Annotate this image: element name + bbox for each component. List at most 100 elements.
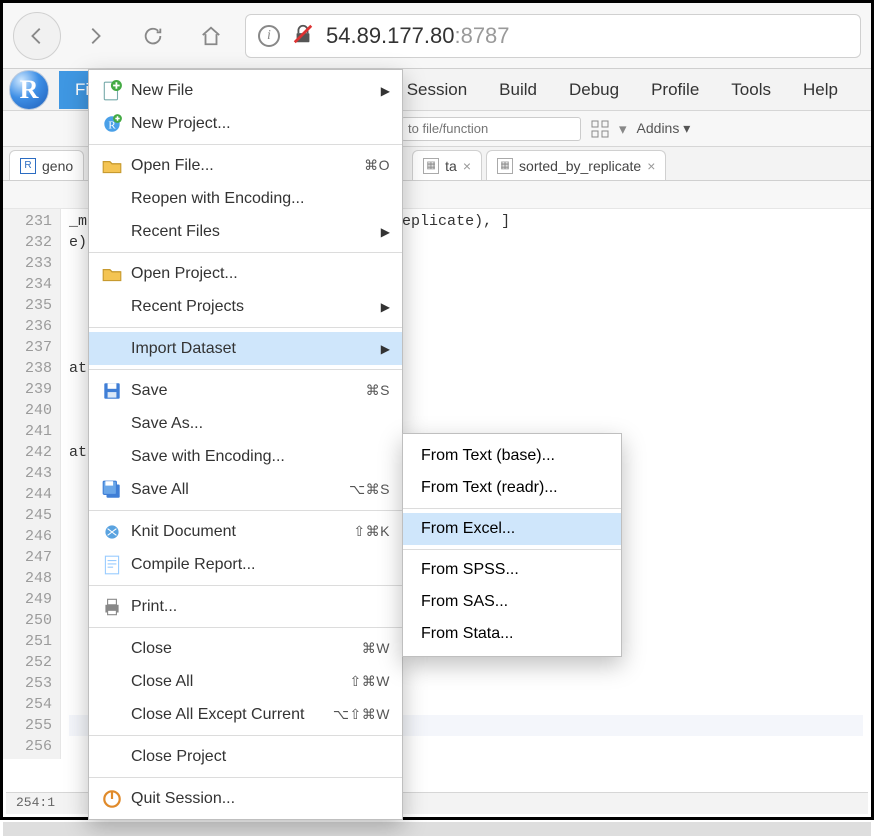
shortcut: ⌥⇧⌘W [333, 706, 390, 723]
import-from-text-readr[interactable]: From Text (readr)... [403, 472, 621, 504]
url-text: 54.89.177.80:8787 [326, 23, 510, 49]
import-from-sas[interactable]: From SAS... [403, 586, 621, 618]
tab-label: ta [445, 158, 457, 174]
tab-label: sorted_by_replicate [519, 158, 641, 174]
file-menu-new-file[interactable]: New File ▶ [89, 74, 402, 107]
grid-icon[interactable] [591, 120, 609, 138]
menu-item-label: Save As... [131, 415, 390, 433]
menu-build[interactable]: Build [483, 71, 553, 109]
menu-item-label: Open File... [131, 157, 364, 175]
goto-file-input[interactable] [401, 117, 581, 141]
menu-item-label: Import Dataset [131, 340, 373, 358]
menu-item-label: Save with Encoding... [131, 448, 390, 466]
blank-icon [101, 446, 123, 468]
blank-icon [101, 296, 123, 318]
menu-session[interactable]: Session [391, 71, 483, 109]
import-from-text-base[interactable]: From Text (base)... [403, 440, 621, 472]
file-menu-close-all[interactable]: Close All⇧⌘W [89, 665, 402, 698]
tab-label: geno [42, 158, 73, 174]
file-menu-close-project[interactable]: Close Project [89, 740, 402, 773]
menu-tools[interactable]: Tools [715, 71, 787, 109]
newfile-icon [101, 80, 123, 102]
folder-icon [101, 263, 123, 285]
import-dataset-submenu: From Text (base)...From Text (readr)... F… [402, 433, 622, 657]
tab-source-file[interactable]: R geno [9, 150, 84, 180]
import-from-stata[interactable]: From Stata... [403, 618, 621, 650]
browser-toolbar: i 54.89.177.80:8787 [3, 3, 871, 69]
blank-icon [101, 638, 123, 660]
menu-item-label: Open Project... [131, 265, 390, 283]
knit-icon [101, 521, 123, 543]
blank-icon [101, 671, 123, 693]
folder-icon [101, 155, 123, 177]
menu-item-label: Close Project [131, 748, 390, 766]
menu-item-label: Print... [131, 598, 390, 616]
file-menu-import-dataset[interactable]: Import Dataset ▶ [89, 332, 402, 365]
submenu-arrow-icon: ▶ [381, 300, 390, 314]
forward-button[interactable] [71, 12, 119, 60]
menu-item-label: Recent Projects [131, 298, 373, 316]
file-menu-knit-document[interactable]: Knit Document⇧⌘K [89, 515, 402, 548]
file-menu-recent-files[interactable]: Recent Files▶ [89, 215, 402, 248]
file-menu-quit-session[interactable]: Quit Session... [89, 782, 402, 815]
save-icon [101, 380, 123, 402]
blank-icon [101, 221, 123, 243]
file-menu-save-all[interactable]: Save All⌥⌘S [89, 473, 402, 506]
submenu-arrow-icon: ▶ [381, 225, 390, 239]
menu-item-label: New File [131, 82, 373, 100]
pane-separator[interactable] [3, 822, 871, 836]
shortcut: ⌘W [362, 640, 390, 657]
menu-debug[interactable]: Debug [553, 71, 635, 109]
newproj-icon: R [101, 113, 123, 135]
rstudio-logo: R [9, 70, 49, 110]
file-menu-save[interactable]: Save⌘S [89, 374, 402, 407]
home-button[interactable] [187, 12, 235, 60]
address-bar[interactable]: i 54.89.177.80:8787 [245, 14, 861, 58]
submenu-arrow-icon: ▶ [381, 84, 390, 98]
table-icon: ▦ [497, 158, 513, 174]
menu-item-label: Close All [131, 673, 350, 691]
import-from-spss[interactable]: From SPSS... [403, 554, 621, 586]
site-info-icon[interactable]: i [258, 25, 280, 47]
addins-menu[interactable]: Addins ▾ [637, 120, 691, 137]
print-icon [101, 596, 123, 618]
file-menu-reopen-with-encoding[interactable]: Reopen with Encoding... [89, 182, 402, 215]
file-menu-save-with-encoding[interactable]: Save with Encoding... [89, 440, 402, 473]
import-from-excel[interactable]: From Excel... [403, 513, 621, 545]
file-menu-open-file[interactable]: Open File...⌘O [89, 149, 402, 182]
line-gutter: 2312322332342352362372382392402412422432… [3, 209, 61, 759]
reload-button[interactable] [129, 12, 177, 60]
arrow-left-icon [26, 25, 48, 47]
cursor-position: 254:1 [16, 795, 55, 810]
close-icon[interactable]: × [647, 158, 655, 174]
reload-icon [142, 25, 164, 47]
menu-item-label: Save All [131, 481, 349, 499]
file-menu-compile-report[interactable]: Compile Report... [89, 548, 402, 581]
close-icon[interactable]: × [463, 158, 471, 174]
file-menu-new-project[interactable]: R New Project... [89, 107, 402, 140]
file-menu-close[interactable]: Close⌘W [89, 632, 402, 665]
menu-item-label: Save [131, 382, 366, 400]
file-menu-close-all-except-current[interactable]: Close All Except Current⌥⇧⌘W [89, 698, 402, 731]
arrow-right-icon [84, 25, 106, 47]
shortcut: ⌘O [364, 157, 390, 174]
shortcut: ⇧⌘W [350, 673, 390, 690]
tab-data-2[interactable]: ▦ sorted_by_replicate × [486, 150, 666, 180]
insecure-lock-icon [292, 23, 314, 49]
submenu-arrow-icon: ▶ [381, 342, 390, 356]
shortcut: ⇧⌘K [353, 523, 390, 540]
menu-help[interactable]: Help [787, 71, 854, 109]
menu-profile[interactable]: Profile [635, 71, 715, 109]
menu-item-label: Quit Session... [131, 790, 390, 808]
blank-icon [101, 746, 123, 768]
tab-data-1[interactable]: ▦ ta × [412, 150, 482, 180]
file-menu-save-as[interactable]: Save As... [89, 407, 402, 440]
menu-item-label: Knit Document [131, 523, 353, 541]
file-menu-print[interactable]: Print... [89, 590, 402, 623]
shortcut: ⌘S [366, 382, 390, 399]
file-menu-open-project[interactable]: Open Project... [89, 257, 402, 290]
file-menu-recent-projects[interactable]: Recent Projects ▶ [89, 290, 402, 323]
back-button[interactable] [13, 12, 61, 60]
menu-item-label: New Project... [131, 115, 390, 133]
report-icon [101, 554, 123, 576]
